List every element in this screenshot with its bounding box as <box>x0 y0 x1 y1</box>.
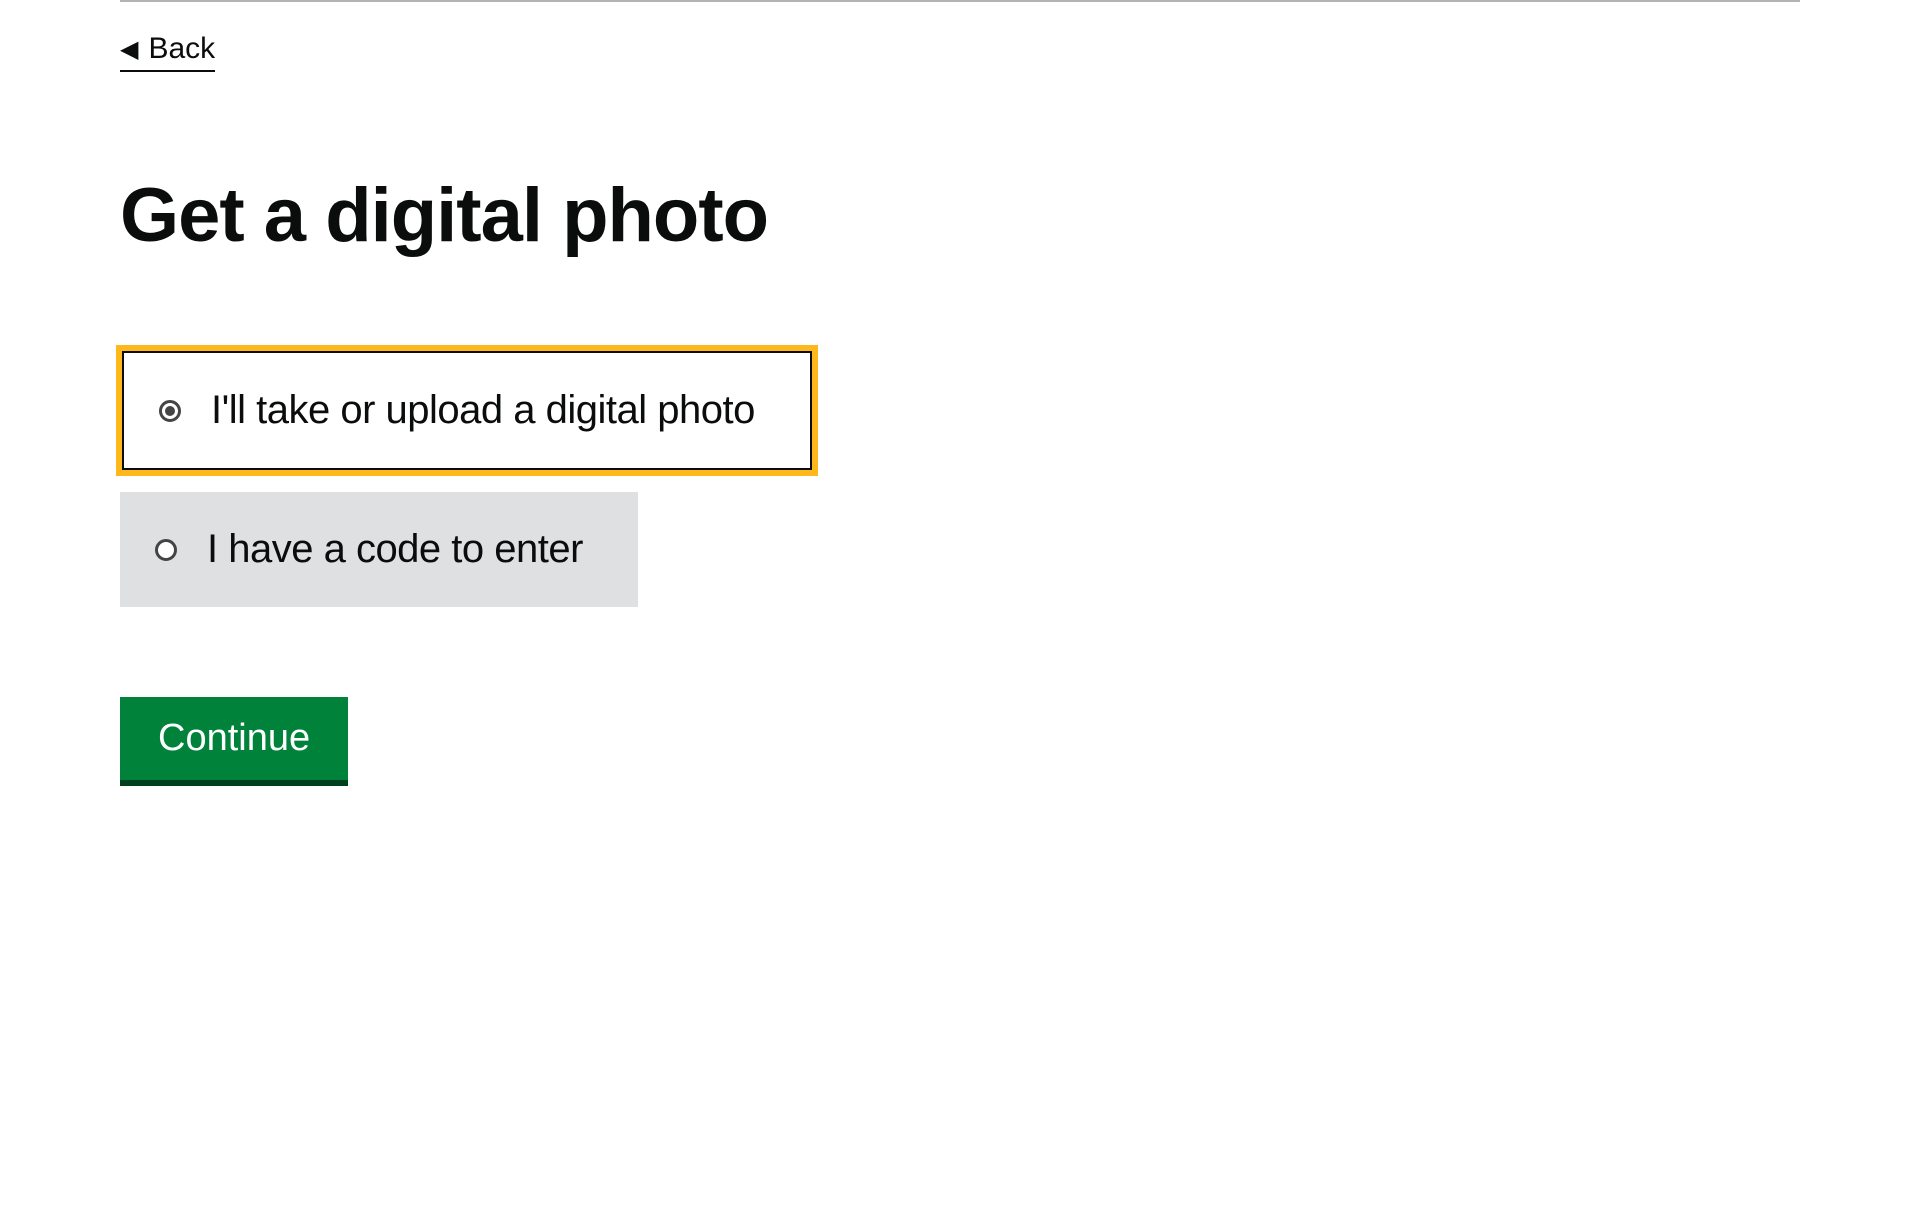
radio-label-code: I have a code to enter <box>207 527 583 572</box>
page-container: ◀ Back Get a digital photo I'll take or … <box>0 2 1920 816</box>
radio-label-upload: I'll take or upload a digital photo <box>211 388 755 433</box>
back-arrow-icon: ◀ <box>120 35 138 64</box>
page-title: Get a digital photo <box>120 172 1800 259</box>
back-link-label: Back <box>148 32 215 66</box>
back-link[interactable]: ◀ Back <box>120 32 215 72</box>
photo-option-radio-group: I'll take or upload a digital photo I ha… <box>120 349 1800 627</box>
continue-button[interactable]: Continue <box>120 697 348 786</box>
continue-button-label: Continue <box>158 717 310 759</box>
radio-circle-icon <box>155 539 177 561</box>
radio-circle-icon <box>159 400 181 422</box>
radio-option-code[interactable]: I have a code to enter <box>120 492 638 607</box>
radio-option-upload[interactable]: I'll take or upload a digital photo <box>120 349 814 472</box>
